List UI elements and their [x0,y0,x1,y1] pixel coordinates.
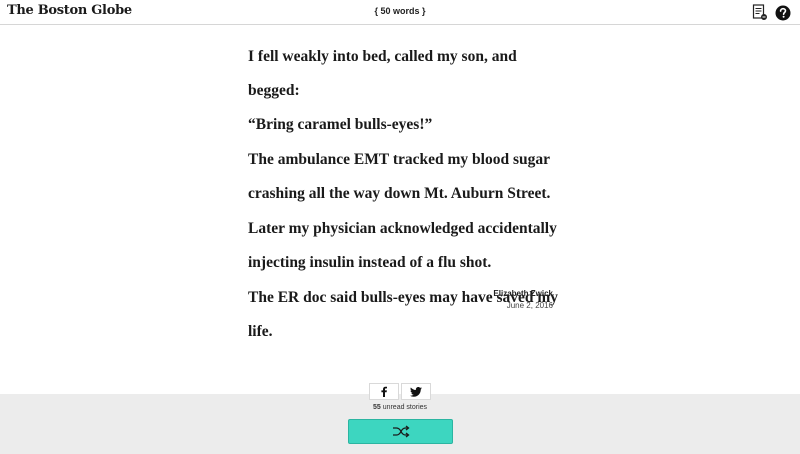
story-paragraph: I fell weakly into bed, called my son, a… [248,40,568,142]
twitter-icon [410,386,422,397]
story-line: injecting insulin instead of a flu shot. [248,254,492,271]
story-list-icon[interactable] [752,4,768,21]
shuffle-icon [392,425,410,438]
story-line: “Bring caramel bulls-eyes!” [248,116,433,133]
unread-count: 55 [372,404,381,411]
top-bar: The Boston Globe { 50 words } [0,0,800,25]
publish-date: June 2, 2016 [506,301,553,310]
story-line: I fell weakly into bed, called my son, a… [248,48,517,99]
story-line: Later my physician acknowledged accident… [248,220,557,237]
unread-stories-label: 55 unread stories [0,404,800,411]
story-paragraph: The ambulance EMT tracked my blood sugar… [248,143,568,211]
byline: Elizabeth Zwick June 2, 2016 [248,288,553,312]
word-count: { 50 words } [374,6,426,16]
facebook-icon [381,386,387,397]
help-icon[interactable] [775,4,791,21]
story-line: The ambulance EMT tracked my blood sugar [248,151,550,168]
twitter-share-button[interactable] [401,383,431,400]
shuffle-button[interactable] [348,419,453,444]
story-paragraph: Later my physician acknowledged accident… [248,212,568,280]
author-name: Elizabeth Zwick [493,289,553,298]
story-line: crashing all the way down Mt. Auburn Str… [248,185,551,202]
facebook-share-button[interactable] [369,383,399,400]
unread-text: unread stories [382,404,428,411]
